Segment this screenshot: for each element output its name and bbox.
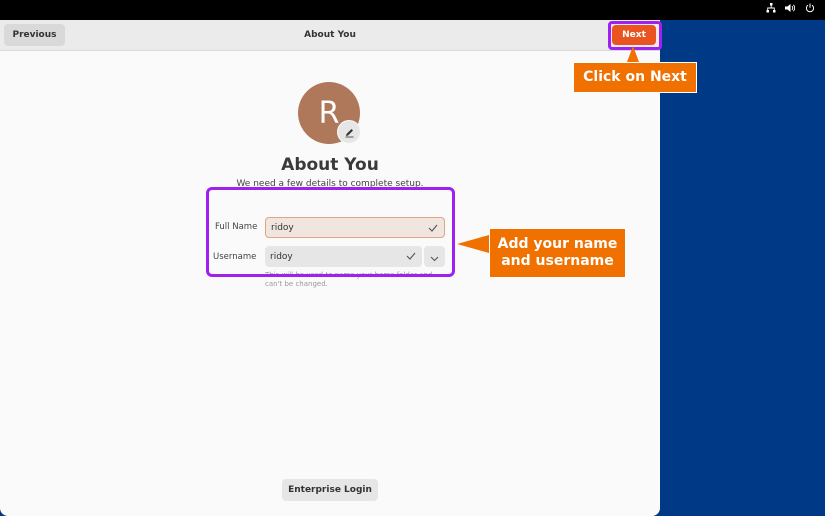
- enterprise-login-button[interactable]: Enterprise Login: [282, 479, 378, 501]
- system-top-bar: [0, 0, 825, 20]
- avatar-edit-button[interactable]: [337, 120, 361, 144]
- pencil-icon: [344, 123, 355, 142]
- form-callout: Add your name and username: [489, 228, 626, 278]
- form-highlight: [206, 187, 455, 277]
- callout-arrow-left: [457, 235, 489, 253]
- volume-icon[interactable]: [785, 3, 796, 13]
- previous-button[interactable]: Previous: [4, 24, 65, 46]
- window-title: About You: [304, 30, 356, 40]
- power-icon[interactable]: [805, 3, 815, 13]
- header-bar: About You Previous Next: [0, 20, 660, 51]
- system-tray[interactable]: [766, 3, 815, 13]
- next-callout: Click on Next: [573, 62, 697, 93]
- page-heading: About You: [281, 155, 379, 175]
- network-icon[interactable]: [766, 3, 776, 13]
- callout-arrow-up: [627, 46, 639, 62]
